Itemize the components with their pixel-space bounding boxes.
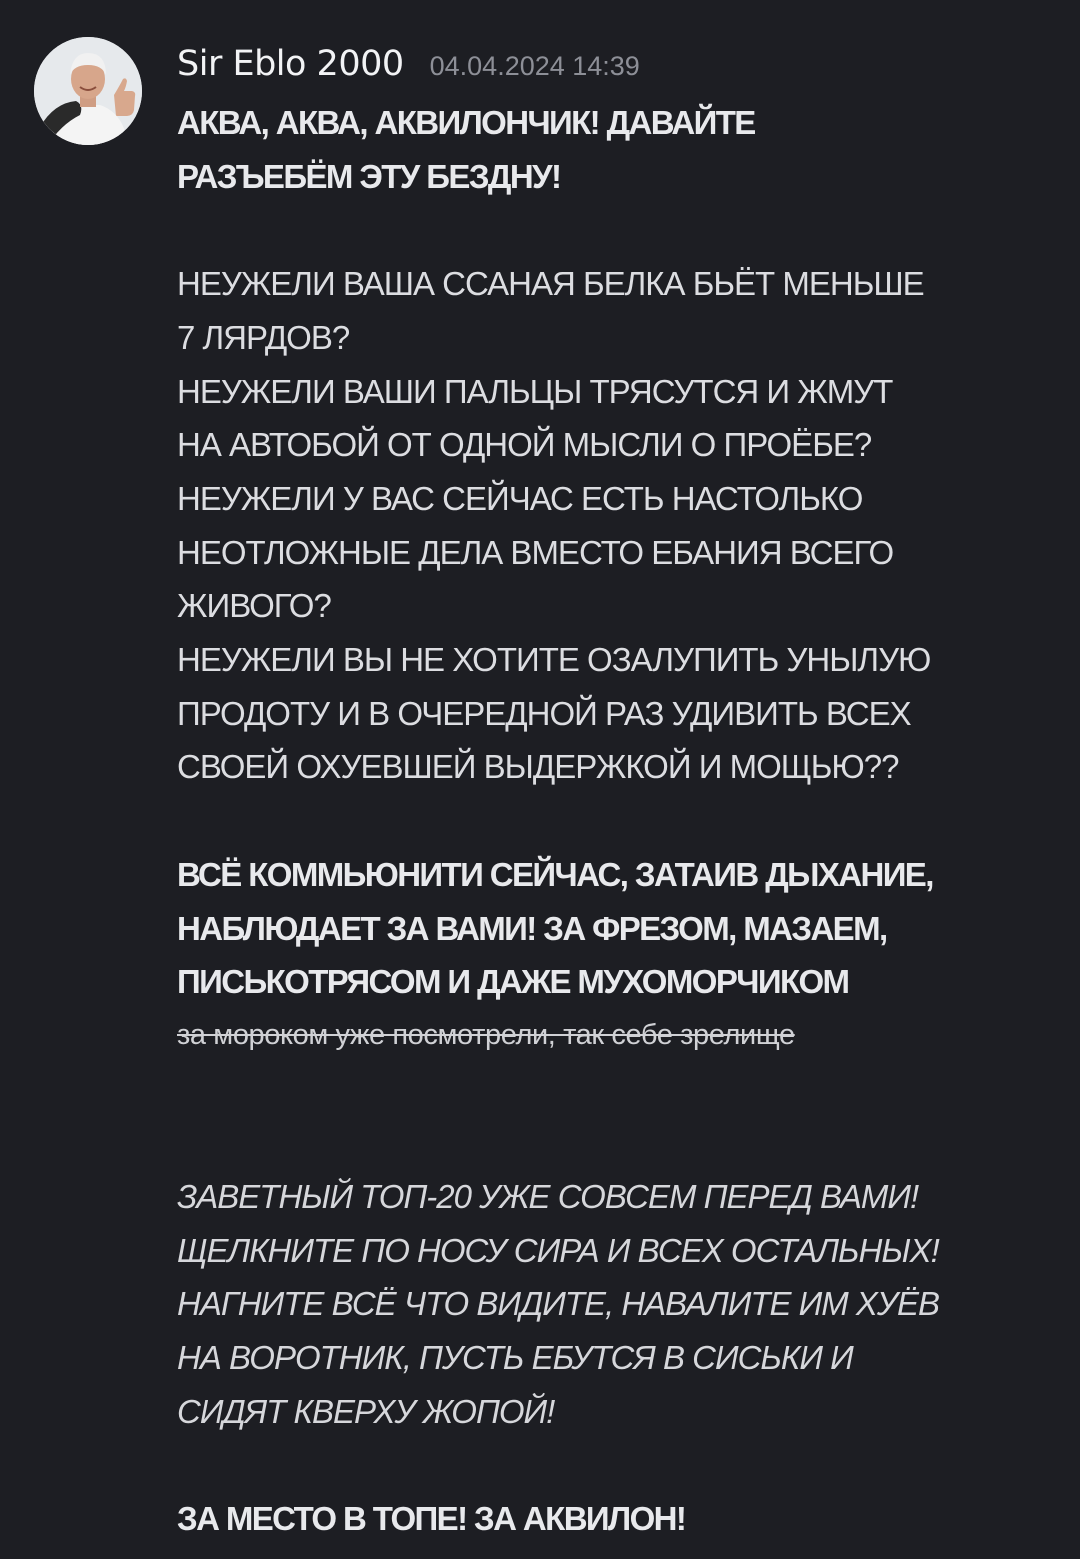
text-line: НЕУЖЕЛИ ВАШИ ПАЛЬЦЫ ТРЯСУТСЯ И ЖМУТ xyxy=(177,372,893,410)
avatar[interactable] xyxy=(34,37,142,145)
text-line: СВОЕЙ ОХУЕВШЕЙ ВЫДЕРЖКОЙ И МОЩЬЮ?? xyxy=(177,748,899,786)
message-header: Sir Eblo 2000 04.04.2024 14:39 xyxy=(177,44,640,94)
message-timestamp: 04.04.2024 14:39 xyxy=(429,51,640,81)
text-line: 7 ЛЯРДОВ? xyxy=(177,318,350,356)
text-line: ЗА МЕСТО В ТОПЕ! ЗА АКВИЛОН! xyxy=(177,1500,687,1538)
text-line: РАЗЪЕБЁМ ЭТУ БЕЗДНУ! xyxy=(177,157,562,195)
text-line: НА АВТОБОЙ ОТ ОДНОЙ МЫСЛИ О ПРОЁБЕ? xyxy=(177,426,872,464)
text-line: АКВА, АКВА, АКВИЛОНЧИК! ДАВАЙТЕ xyxy=(177,104,756,141)
text-line: ПИСЬКОТРЯСОМ И ДАЖЕ МУХОМОРЧИКОМ xyxy=(177,963,850,1001)
chat-message: Sir Eblo 2000 04.04.2024 14:39 АКВА, АКВ… xyxy=(0,0,1080,1559)
text-line: ПРОДОТУ И В ОЧЕРЕДНОЙ РАЗ УДИВИТЬ ВСЕХ xyxy=(177,694,912,732)
strikethrough-text: за мороком уже посмотрели, так себе зрел… xyxy=(177,1018,795,1051)
text-line: ВСЁ КОММЬЮНИТИ СЕЙЧАС, ЗАТАИВ ДЫХАНИЕ, xyxy=(177,855,934,893)
text-line: НА ВОРОТНИК, ПУСТЬ ЕБУТСЯ В СИСЬКИ И xyxy=(177,1339,854,1377)
author-name[interactable]: Sir Eblo 2000 xyxy=(177,44,404,84)
text-line: ЩЕЛКНИТЕ ПО НОСУ СИРА И ВСЕХ ОСТАЛЬНЫХ! xyxy=(177,1231,940,1269)
text-line: НЕУЖЕЛИ ВЫ НЕ ХОТИТЕ ОЗАЛУПИТЬ УНЫЛУЮ xyxy=(177,641,931,679)
text-line: ЖИВОГО? xyxy=(177,587,332,625)
text-line: НЕУЖЕЛИ У ВАС СЕЙЧАС ЕСТЬ НАСТОЛЬКО xyxy=(177,479,863,517)
text-line: ЗАВЕТНЫЙ ТОП-20 УЖЕ СОВСЕМ ПЕРЕД ВАМИ! xyxy=(177,1178,919,1215)
avatar-image xyxy=(34,37,142,145)
text-line: НЕУЖЕЛИ ВАША ССАНАЯ БЕЛКА БЬЁТ МЕНЬШЕ xyxy=(177,265,925,303)
text-line: НАБЛЮДАЕТ ЗА ВАМИ! ЗА ФРЕЗОМ, МАЗАЕМ, xyxy=(177,909,888,947)
text-line: НЕОТЛОЖНЫЕ ДЕЛА ВМЕСТО ЕБАНИЯ ВСЕГО xyxy=(177,533,894,571)
text-line: НАГНИТЕ ВСЁ ЧТО ВИДИТЕ, НАВАЛИТЕ ИМ ХУЁВ xyxy=(177,1285,940,1323)
message-body: АКВА, АКВА, АКВИЛОНЧИК! ДАВАЙТЕ РАЗЪЕБЁМ… xyxy=(177,96,1057,1546)
text-line: СИДЯТ КВЕРХУ ЖОПОЙ! xyxy=(177,1392,555,1430)
